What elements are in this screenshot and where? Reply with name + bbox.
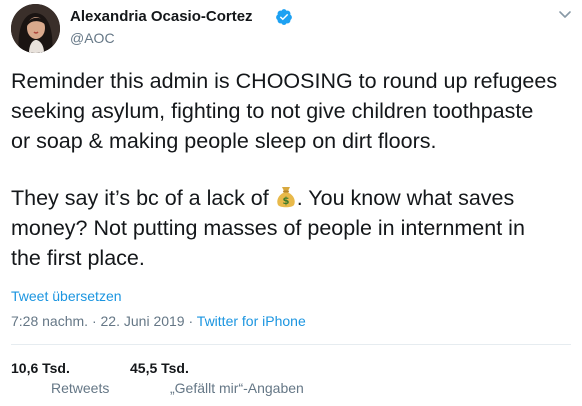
author-avatar[interactable]: [11, 4, 60, 53]
divider: [11, 344, 571, 345]
chevron-down-icon[interactable]: [557, 6, 573, 22]
tweet-text-line: They say it’s bc of a lack of $ . You kn…: [11, 183, 571, 213]
tweet-source-link[interactable]: Twitter for iPhone: [197, 313, 306, 329]
author-name[interactable]: Alexandria Ocasio-Cortez: [70, 8, 253, 25]
tweet-text: Reminder this admin is CHOOSING to round…: [11, 66, 571, 273]
tweet-card: Alexandria Ocasio-Cortez @AOC Reminder t…: [0, 0, 582, 406]
svg-text:$: $: [282, 196, 289, 207]
likes-count: 45,5 Tsd.: [130, 360, 189, 376]
retweets-stat[interactable]: 10,6 Tsd. Retweets: [11, 360, 109, 396]
money-bag-emoji-icon: $: [276, 187, 295, 208]
tweet-text-line: or soap & making people sleep on dirt fl…: [11, 129, 437, 153]
retweets-label: Retweets: [51, 380, 110, 396]
tweet-text-line: the first place.: [11, 246, 145, 270]
avatar-photo: [11, 4, 60, 53]
likes-stat[interactable]: 45,5 Tsd. „Gefällt mir“-Angaben: [130, 360, 304, 396]
tweet-text-segment: They say it’s bc of a lack of: [11, 186, 275, 210]
tweet-date[interactable]: 22. Juni 2019: [101, 313, 185, 329]
tweet-text-segment: . You know what saves: [296, 186, 515, 210]
meta-separator: ·: [184, 313, 197, 329]
tweet-timestamp: 7:28 nachm. · 22. Juni 2019 · Twitter fo…: [11, 313, 306, 329]
author-handle[interactable]: @AOC: [70, 30, 115, 46]
tweet-text-line: money? Not putting masses of people in i…: [11, 216, 525, 240]
meta-separator: ·: [88, 313, 101, 329]
tweet-text-line: Reminder this admin is CHOOSING to round…: [11, 69, 558, 93]
tweet-text-line: seeking asylum, fighting to not give chi…: [11, 99, 534, 123]
verified-badge-icon: [276, 9, 292, 25]
tweet-time[interactable]: 7:28 nachm.: [11, 313, 88, 329]
likes-label: „Gefällt mir“-Angaben: [170, 380, 304, 396]
translate-tweet-link[interactable]: Tweet übersetzen: [11, 288, 122, 304]
retweets-count: 10,6 Tsd.: [11, 360, 70, 376]
